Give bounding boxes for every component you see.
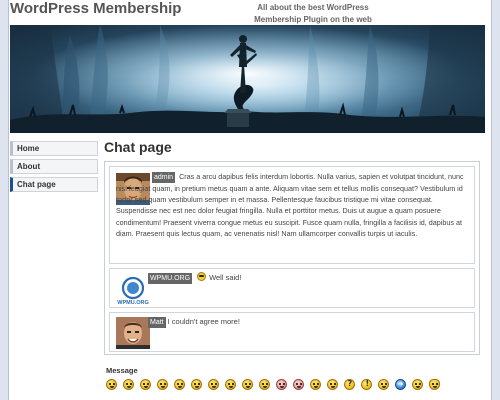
cool-sunglasses-smiley-icon bbox=[197, 272, 207, 281]
question-icon[interactable] bbox=[344, 379, 355, 390]
neutral-icon[interactable] bbox=[259, 379, 270, 390]
message-text: Matt I couldn't agree more! bbox=[148, 316, 240, 328]
confused-icon[interactable] bbox=[242, 379, 253, 390]
blush-icon[interactable] bbox=[293, 379, 304, 390]
header-banner-image bbox=[10, 25, 485, 133]
exclamation-icon[interactable] bbox=[361, 379, 372, 390]
message-content: I couldn't agree more! bbox=[167, 317, 240, 326]
nav-item-about[interactable]: About bbox=[10, 159, 98, 174]
wink-icon[interactable] bbox=[140, 379, 151, 390]
message-text: admin Cras a arcu dapibus felis interdum… bbox=[116, 171, 470, 239]
sidebar-nav: Home About Chat page bbox=[10, 141, 98, 195]
tongue-icon[interactable] bbox=[208, 379, 219, 390]
smiley-toolbar bbox=[106, 379, 440, 393]
site-title[interactable]: WordPress Membership bbox=[10, 0, 181, 18]
nav-item-home[interactable]: Home bbox=[10, 141, 98, 156]
grin-icon[interactable] bbox=[123, 379, 134, 390]
chat-message: Matt I couldn't agree more! bbox=[109, 312, 475, 352]
message-label: Message bbox=[106, 366, 138, 375]
cool-icon[interactable] bbox=[191, 379, 202, 390]
sad-icon[interactable] bbox=[157, 379, 168, 390]
evil-icon[interactable] bbox=[310, 379, 321, 390]
message-content: Well said! bbox=[209, 273, 242, 282]
idea-icon[interactable] bbox=[378, 379, 389, 390]
surprised-icon[interactable] bbox=[174, 379, 185, 390]
eek-icon[interactable] bbox=[327, 379, 338, 390]
message-text: WPMU.ORG Well said! bbox=[148, 272, 241, 284]
laugh-icon[interactable] bbox=[225, 379, 236, 390]
statue-scene-illustration bbox=[10, 25, 485, 133]
nav-item-chat-page[interactable]: Chat page bbox=[10, 177, 98, 192]
wpmu-logo-icon: WPMU.ORG bbox=[116, 275, 150, 307]
smile-icon[interactable] bbox=[106, 379, 117, 390]
chat-log[interactable]: admin Cras a arcu dapibus felis interdum… bbox=[104, 161, 480, 355]
message-author: WPMU.ORG bbox=[148, 273, 193, 284]
wpmu-avatar: WPMU.ORG bbox=[116, 275, 150, 307]
message-author: Matt bbox=[148, 317, 166, 328]
mad-icon[interactable] bbox=[412, 379, 423, 390]
angry-icon[interactable] bbox=[276, 379, 287, 390]
site-tagline: All about the best WordPress Membership … bbox=[254, 3, 372, 24]
matt-photo-icon bbox=[116, 317, 150, 349]
arrow-icon[interactable] bbox=[395, 379, 406, 390]
chat-message: WPMU.ORG WPMU.ORG Well said! bbox=[109, 268, 475, 308]
matt-avatar bbox=[116, 317, 150, 349]
message-author: admin bbox=[152, 172, 176, 183]
chat-message: admin Cras a arcu dapibus felis interdum… bbox=[109, 166, 475, 264]
cat-icon[interactable] bbox=[429, 379, 440, 390]
wpmu-logo-text: WPMU.ORG bbox=[117, 300, 148, 306]
page-title: Chat page bbox=[104, 139, 172, 155]
